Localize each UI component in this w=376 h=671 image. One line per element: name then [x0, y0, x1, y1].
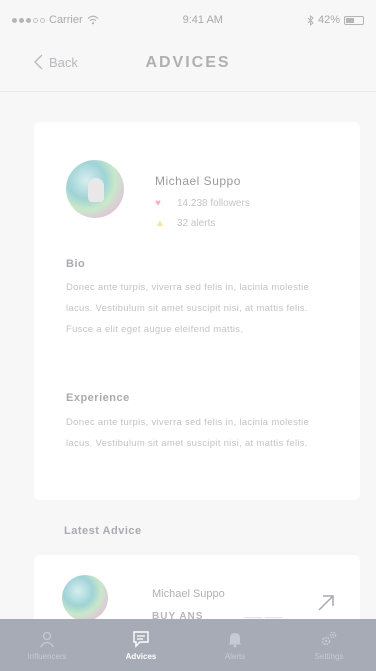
experience-text: Donec ante turpis, viverra sed felis in,…	[66, 417, 310, 449]
carrier-label: Carrier	[49, 14, 83, 26]
signal-icon	[12, 17, 45, 23]
status-left: Carrier	[12, 14, 99, 26]
status-bar: Carrier 9:41 AM 42%	[0, 0, 376, 40]
tab-advices[interactable]: Advices	[94, 619, 188, 671]
bio-text: Donec ante turpis, viverra sed felis in,…	[66, 282, 310, 335]
nav-bar: ADVICES Back	[0, 40, 376, 92]
avatar	[66, 160, 124, 218]
alerts-row: ▲ 32 alerts	[155, 218, 215, 229]
followers-count: 14.238 followers	[177, 198, 250, 209]
tab-label: Influencers	[27, 651, 67, 661]
chat-icon	[133, 630, 149, 648]
back-label: Back	[49, 54, 78, 70]
back-button[interactable]: Back	[34, 54, 78, 70]
bio-title: Bio	[66, 258, 86, 270]
latest-advice-title: Latest Advice	[64, 525, 142, 537]
heart-icon: ♥	[155, 198, 161, 209]
person-icon	[39, 631, 55, 647]
bell-icon: ▲	[155, 218, 165, 229]
bluetooth-icon	[307, 14, 314, 26]
followers-row: ♥ 14.238 followers	[155, 198, 250, 209]
status-right: 42%	[307, 14, 364, 26]
advice-avatar	[62, 575, 108, 621]
arrow-up-right-icon[interactable]	[316, 593, 336, 613]
tab-influencers[interactable]: Influencers	[0, 619, 94, 671]
tab-label: Advices	[125, 651, 157, 661]
status-time: 9:41 AM	[182, 14, 223, 26]
tab-settings[interactable]: Settings	[282, 619, 376, 671]
wifi-icon	[87, 15, 99, 25]
advice-name: Michael Suppo	[152, 588, 225, 600]
gears-icon	[321, 631, 337, 645]
profile-name: Michael Suppo	[155, 174, 241, 188]
chevron-left-icon	[34, 54, 43, 70]
tab-label: Settings	[314, 651, 344, 661]
tab-alerts[interactable]: Alerts	[188, 619, 282, 671]
alerts-count: 32 alerts	[177, 218, 216, 229]
profile-card: Michael Suppo ♥ 14.238 followers ▲ 32 al…	[34, 122, 360, 500]
battery-icon	[343, 15, 364, 25]
tab-label: Alerts	[224, 651, 246, 661]
bell-icon	[228, 632, 242, 647]
experience-title: Experience	[66, 392, 130, 404]
battery-percent: 42%	[317, 14, 340, 26]
tab-bar: Influencers Advices Alerts Settings	[0, 619, 376, 671]
